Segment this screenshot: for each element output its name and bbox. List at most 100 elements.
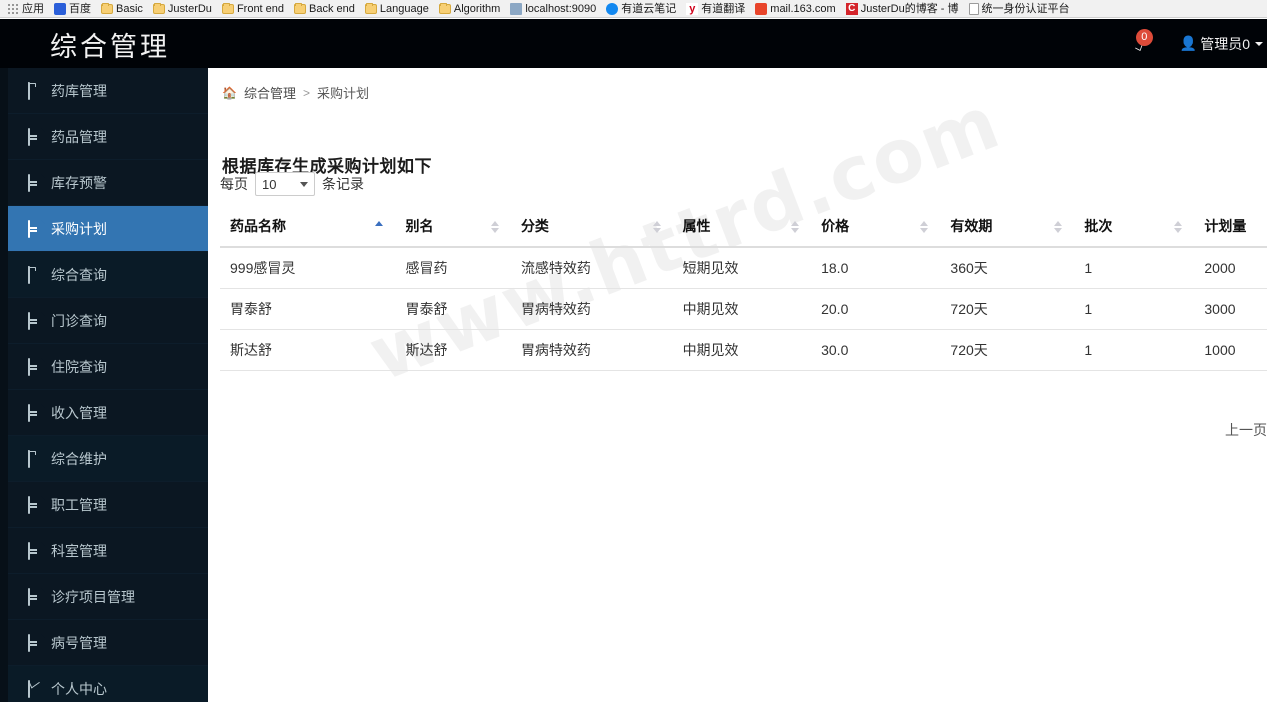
folder-icon — [28, 450, 43, 468]
column-header-category[interactable]: 分类 — [510, 208, 673, 248]
cell-planned-qty: 2000 — [1194, 247, 1267, 289]
folder-icon — [364, 3, 377, 14]
bookmark-item[interactable]: mail.163.com — [750, 1, 840, 17]
column-header-price[interactable]: 价格 — [811, 208, 941, 248]
sidebar-item-zonghe-chaxun[interactable]: 综合查询 — [0, 252, 208, 298]
cell-validity: 720天 — [940, 329, 1075, 371]
sidebar-item-label: 库存预警 — [51, 174, 107, 191]
cell-batch: 1 — [1074, 329, 1195, 371]
sidebar-item-caigou-jihua[interactable]: 采购计划 — [0, 206, 208, 252]
cell-category: 胃病特效药 — [510, 329, 673, 371]
bookmark-item[interactable]: Basic — [96, 1, 148, 17]
cell-alias: 胃泰舒 — [395, 288, 511, 330]
bookmark-item[interactable]: localhost:9090 — [505, 1, 601, 17]
sidebar-item-label: 职工管理 — [51, 496, 107, 513]
sidebar-item-label: 收入管理 — [51, 404, 107, 421]
cell-alias: 斯达舒 — [395, 329, 511, 371]
table-row[interactable]: 胃泰舒 胃泰舒 胃病特效药 中期见效 20.0 720天 1 3000 1000 — [220, 288, 1267, 330]
previous-page-button[interactable]: 上一页 — [1217, 418, 1267, 442]
folder-icon — [28, 266, 43, 284]
bookmark-label: Back end — [309, 2, 355, 15]
bookmark-item[interactable]: y 有道翻译 — [681, 1, 750, 17]
page-length-control: 每页 10 条记录 — [220, 172, 364, 196]
bookmark-item[interactable]: 应用 — [2, 1, 49, 17]
baidu-icon — [54, 2, 66, 15]
sidebar-item-geren-zhongxin[interactable]: 个人中心 — [0, 666, 208, 702]
sidebar-item-label: 科室管理 — [51, 542, 107, 559]
bookmark-label: 有道翻译 — [701, 2, 746, 15]
table-header: 药品名称 别名 分类 属性 价格 有效期 批次 计划量 — [220, 208, 1267, 248]
column-header-label: 计划量 — [1204, 219, 1247, 235]
cell-attribute: 中期见效 — [672, 288, 812, 330]
document-icon — [28, 404, 43, 422]
sidebar-item-kucun-yujing[interactable]: 库存预警 — [0, 160, 208, 206]
document-icon — [28, 128, 43, 146]
bookmark-label: Language — [379, 2, 429, 15]
bookmark-label: JusterDu — [167, 2, 212, 15]
bookmark-item[interactable]: 百度 — [49, 1, 96, 17]
document-icon — [28, 220, 43, 238]
notification-badge: 0 — [1135, 28, 1153, 46]
user-icon: 👤 — [1179, 35, 1198, 51]
bookmark-item[interactable]: C JusterDu的博客 - 博 — [841, 1, 964, 17]
table-row[interactable]: 999感冒灵 感冒药 流感特效药 短期见效 18.0 360天 1 2000 1… — [220, 247, 1267, 289]
sidebar-item-keshi-guanli[interactable]: 科室管理 — [0, 528, 208, 574]
column-header-label: 药品名称 — [230, 219, 286, 235]
column-header-validity[interactable]: 有效期 — [940, 208, 1075, 248]
column-header-drug-name[interactable]: 药品名称 — [220, 208, 396, 248]
notifications-button[interactable]: 0 ⍻ — [1130, 28, 1158, 58]
cell-planned-qty: 1000 — [1194, 329, 1267, 371]
bookmark-item[interactable]: Back end — [289, 1, 360, 17]
header-actions: 0 ⍻ 👤 管理员0 — [1130, 19, 1267, 68]
app-title: 综合管理 — [50, 32, 170, 63]
cell-batch: 1 — [1074, 247, 1195, 289]
sidebar-item-shouru-guanli[interactable]: 收入管理 — [0, 390, 208, 436]
table-row[interactable]: 斯达舒 斯达舒 胃病特效药 中期见效 30.0 720天 1 1000 990 — [220, 329, 1267, 371]
cell-category: 流感特效药 — [510, 247, 673, 289]
sidebar-item-zhuyuan-chaxun[interactable]: 住院查询 — [0, 344, 208, 390]
sort-icon — [652, 220, 661, 234]
bookmark-item[interactable]: Language — [360, 1, 434, 17]
sidebar-item-zonghe-weihu[interactable]: 综合维护 — [0, 436, 208, 482]
page-length-select[interactable]: 10 — [255, 172, 315, 196]
sidebar-item-yaoku-guanli[interactable]: 药库管理 — [0, 68, 208, 114]
page-length-prefix: 每页 — [220, 176, 248, 192]
cell-validity: 720天 — [940, 288, 1075, 330]
user-menu[interactable]: 👤 管理员0 — [1180, 34, 1263, 54]
column-header-batch[interactable]: 批次 — [1074, 208, 1195, 248]
sidebar-nav: 药库管理 药品管理 库存预警 采购计划 综合查询 门诊查询 住院查询 收入管理 … — [0, 68, 208, 702]
bookmark-label: Front end — [236, 2, 285, 15]
browser-bookmarks-bar: 应用 百度 Basic JusterDu Front end Back end … — [0, 0, 1267, 18]
breadcrumb-separator: > — [302, 85, 310, 100]
folder-icon — [101, 3, 113, 14]
sidebar-item-menzhen-chaxun[interactable]: 门诊查询 — [0, 298, 208, 344]
cell-attribute: 中期见效 — [672, 329, 812, 371]
sidebar-item-zhigong-guanli[interactable]: 职工管理 — [0, 482, 208, 528]
breadcrumb-root[interactable]: 综合管理 — [244, 83, 296, 102]
localhost-icon — [510, 2, 523, 15]
column-header-attribute[interactable]: 属性 — [672, 208, 812, 248]
sidebar-item-label: 综合维护 — [51, 450, 107, 467]
sort-icon — [1174, 220, 1183, 234]
cell-price: 18.0 — [811, 247, 941, 289]
sidebar-item-yaopin-guanli[interactable]: 药品管理 — [0, 114, 208, 160]
column-header-planned-qty[interactable]: 计划量 — [1194, 208, 1267, 248]
purchase-plan-table: 药品名称 别名 分类 属性 价格 有效期 批次 计划量 999感冒灵 感冒药 流… — [220, 208, 1267, 371]
sidebar-item-binghao-guanli[interactable]: 病号管理 — [0, 620, 208, 666]
bookmark-item[interactable]: JusterDu — [148, 1, 217, 17]
document-icon — [28, 174, 43, 192]
user-name: 管理员0 — [1200, 35, 1250, 52]
bookmark-item[interactable]: 有道云笔记 — [601, 1, 681, 17]
document-icon — [28, 358, 43, 376]
cell-price: 30.0 — [811, 329, 941, 371]
sidebar-item-zhenliao-xiangmu-guanli[interactable]: 诊疗项目管理 — [0, 574, 208, 620]
bookmark-item[interactable]: Front end — [217, 1, 289, 17]
cell-planned-qty: 3000 — [1194, 288, 1267, 330]
bookmark-label: 有道云笔记 — [621, 2, 677, 15]
column-header-alias[interactable]: 别名 — [395, 208, 511, 248]
sort-icon — [791, 220, 800, 234]
bookmark-item[interactable]: 统一身份认证平台 — [964, 1, 1075, 17]
cell-drug-name: 斯达舒 — [220, 329, 396, 371]
sidebar-item-label: 住院查询 — [51, 358, 107, 375]
bookmark-item[interactable]: Algorithm — [434, 1, 505, 17]
